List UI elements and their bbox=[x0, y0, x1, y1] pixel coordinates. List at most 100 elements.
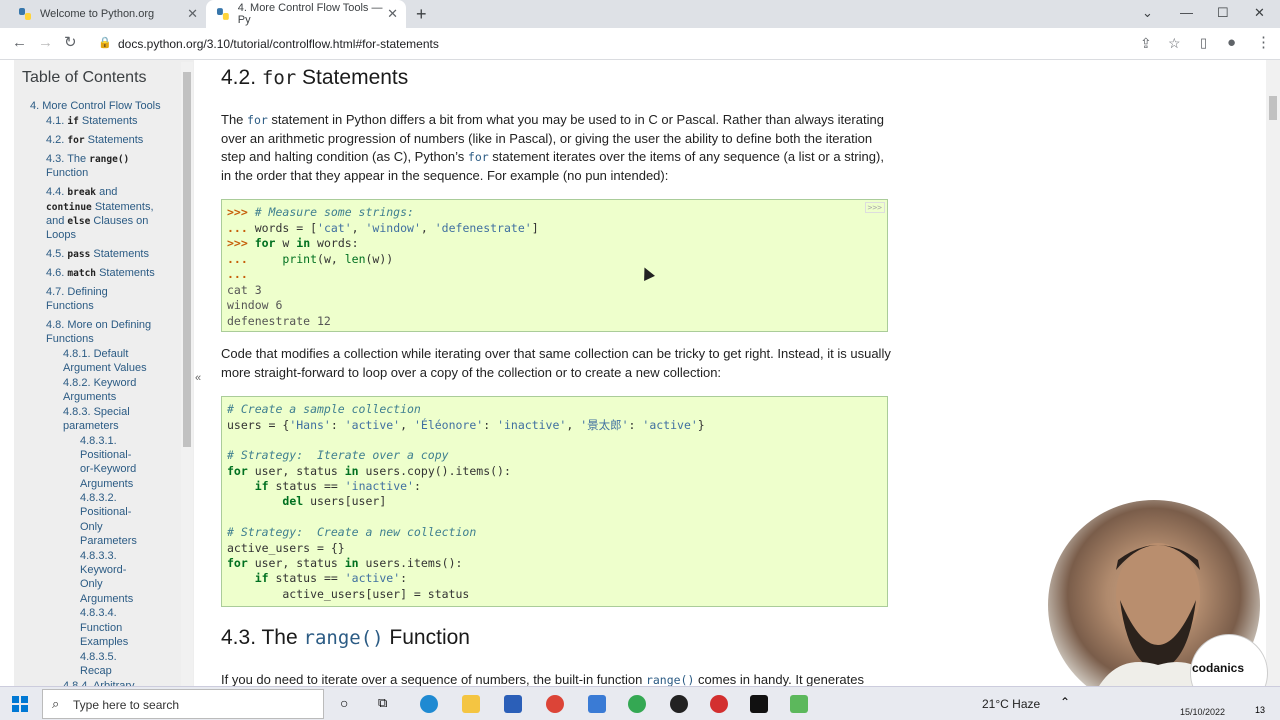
code-line: defenestrate 12 bbox=[227, 314, 331, 328]
code-line: >>> # Measure some strings: bbox=[227, 205, 414, 219]
windows-start-icon[interactable] bbox=[12, 696, 28, 712]
toc-item[interactable]: Function bbox=[80, 621, 122, 636]
taskbar-date[interactable]: 15/10/2022 bbox=[1180, 707, 1225, 717]
toc-item[interactable]: Argument Values bbox=[63, 361, 147, 376]
toc-item[interactable]: 4.8. More on Defining bbox=[46, 318, 151, 333]
code-token: } bbox=[697, 418, 705, 433]
toc-item[interactable]: Functions bbox=[46, 299, 94, 314]
toc-item[interactable]: 4.7. Defining bbox=[46, 285, 108, 300]
profile-icon[interactable]: ● bbox=[1227, 34, 1236, 52]
toc-item-text: Statements bbox=[78, 115, 138, 127]
toc-item-text: parameters bbox=[63, 420, 119, 432]
toc-item[interactable]: 4.8.3.1. bbox=[80, 434, 117, 449]
tray-chevron-icon[interactable]: ⌃ bbox=[1060, 695, 1070, 709]
close-tab-icon[interactable]: ✕ bbox=[187, 7, 198, 21]
toc-item[interactable]: 4.8.3.5. bbox=[80, 650, 117, 665]
toc-item-text: Only bbox=[80, 578, 103, 590]
weather-text[interactable]: 21°C Haze bbox=[982, 697, 1040, 711]
toggle-prompt-button[interactable]: >>> bbox=[864, 202, 885, 213]
code-token: 'active' bbox=[344, 571, 401, 586]
toc-item-text: 4.8.2. Keyword bbox=[63, 377, 137, 389]
edge-icon[interactable] bbox=[420, 695, 438, 713]
code-token: users[user] bbox=[303, 494, 387, 509]
toc-item[interactable]: Arguments bbox=[63, 390, 116, 405]
toc-item[interactable]: Parameters bbox=[80, 534, 137, 549]
toc-item[interactable]: Only bbox=[80, 520, 103, 535]
toc-item[interactable]: 4.8.2. Keyword bbox=[63, 376, 136, 391]
code-line: for user, status in users.items(): bbox=[227, 556, 462, 570]
paragraph-text: Code that modifies a collection while it… bbox=[221, 346, 891, 380]
toc-item[interactable]: 4.8.3. Special bbox=[63, 405, 130, 420]
tab-search-icon[interactable]: ⌄ bbox=[1142, 5, 1153, 21]
toc-item[interactable]: 4.8.3.3. bbox=[80, 549, 117, 564]
toc-item[interactable]: 4.8.4. Arbitrary bbox=[63, 679, 135, 686]
toc-item[interactable]: Arguments bbox=[80, 477, 133, 492]
app-icon[interactable] bbox=[790, 695, 808, 713]
heading-number: 4.2. bbox=[221, 66, 262, 89]
bookmark-star-icon[interactable]: ☆ bbox=[1168, 35, 1181, 52]
back-icon[interactable]: ← bbox=[12, 34, 27, 52]
side-panel-icon[interactable]: ▯ bbox=[1200, 34, 1207, 52]
tab-control-flow[interactable]: 4. More Control Flow Tools — Py ✕ bbox=[206, 0, 406, 28]
toc-item[interactable]: 4.5. pass Statements bbox=[46, 247, 149, 263]
close-window-icon[interactable]: ✕ bbox=[1254, 5, 1265, 21]
notification-count[interactable]: 13 bbox=[1255, 705, 1265, 715]
toc-item[interactable]: 4.1. if Statements bbox=[46, 114, 138, 130]
toc-item[interactable]: Keyword- bbox=[80, 563, 126, 578]
obs-icon[interactable] bbox=[670, 695, 688, 713]
toc-item[interactable]: 4.4. break and bbox=[46, 185, 117, 201]
store-icon[interactable] bbox=[504, 695, 522, 713]
toc-item[interactable]: Examples bbox=[80, 635, 128, 650]
file-explorer-icon[interactable] bbox=[462, 695, 480, 713]
toc-item[interactable]: or-Keyword bbox=[80, 462, 136, 477]
page-scroll-thumb[interactable] bbox=[1269, 96, 1277, 120]
tab-python-org[interactable]: Welcome to Python.org ✕ bbox=[8, 0, 206, 28]
toc-item[interactable]: 4. More Control Flow Tools bbox=[30, 99, 161, 114]
paragraph-text: comes in handy. It generates bbox=[694, 672, 864, 686]
minimize-icon[interactable]: — bbox=[1180, 5, 1193, 20]
collapse-sidebar-icon[interactable]: « bbox=[195, 372, 201, 384]
toc-item[interactable]: 4.8.3.4. bbox=[80, 606, 117, 621]
url-text: docs.python.org/3.10/tutorial/controlflo… bbox=[118, 37, 439, 51]
toc-item[interactable]: Arguments bbox=[80, 592, 133, 607]
code-token: 'active' bbox=[642, 418, 698, 433]
toc-item[interactable]: Only bbox=[80, 577, 103, 592]
page-scrollbar[interactable] bbox=[1266, 60, 1280, 686]
toc-item[interactable]: Functions bbox=[46, 332, 94, 347]
mail-icon[interactable] bbox=[588, 695, 606, 713]
share-icon[interactable]: ⇪ bbox=[1140, 35, 1152, 52]
search-icon: ⌕ bbox=[52, 696, 60, 711]
close-tab-icon[interactable]: ✕ bbox=[387, 7, 398, 21]
chrome-active-icon[interactable] bbox=[628, 695, 646, 713]
maximize-icon[interactable]: ☐ bbox=[1217, 5, 1229, 21]
toc-item[interactable]: 4.8.3.2. bbox=[80, 491, 117, 506]
code-token: active_users[user] = status bbox=[227, 586, 470, 601]
code-line: if status == 'inactive': bbox=[227, 479, 421, 493]
toc-item[interactable]: parameters bbox=[63, 419, 119, 434]
toc-item[interactable]: Recap bbox=[80, 664, 112, 679]
new-tab-icon[interactable]: + bbox=[416, 4, 427, 24]
toc-item[interactable]: 4.2. for Statements bbox=[46, 133, 143, 149]
toc-item[interactable]: Function bbox=[46, 166, 88, 181]
toc-item[interactable]: Loops bbox=[46, 228, 76, 243]
taskbar-search-input[interactable]: ⌕ Type here to search bbox=[42, 689, 324, 719]
toc-item-text: 4.8.3.5. bbox=[80, 651, 117, 663]
code-token: '景太郎' bbox=[580, 418, 629, 433]
sidebar-scrollbar[interactable] bbox=[181, 62, 193, 686]
address-bar[interactable]: 🔒 docs.python.org/3.10/tutorial/controlf… bbox=[92, 31, 1252, 57]
toc-item[interactable]: Positional- bbox=[80, 448, 131, 463]
forward-icon[interactable]: → bbox=[38, 34, 53, 52]
terminal-icon[interactable] bbox=[750, 695, 768, 713]
tab-title: Welcome to Python.org bbox=[40, 8, 155, 20]
chrome-icon[interactable] bbox=[546, 695, 564, 713]
toc-item[interactable]: Positional- bbox=[80, 505, 131, 520]
toc-item[interactable]: 4.8.1. Default bbox=[63, 347, 128, 362]
task-view-icon[interactable]: ⧉ bbox=[378, 695, 387, 711]
toc-item-text: 4.8.3. Special bbox=[63, 406, 130, 418]
reload-icon[interactable]: ↻ bbox=[64, 34, 77, 52]
headphones-app-icon[interactable] bbox=[710, 695, 728, 713]
toc-item[interactable]: 4.6. match Statements bbox=[46, 266, 155, 282]
menu-icon[interactable]: ⋮ bbox=[1256, 34, 1271, 52]
cortana-icon[interactable]: ○ bbox=[340, 695, 348, 711]
sidebar-scroll-thumb[interactable] bbox=[183, 72, 191, 447]
